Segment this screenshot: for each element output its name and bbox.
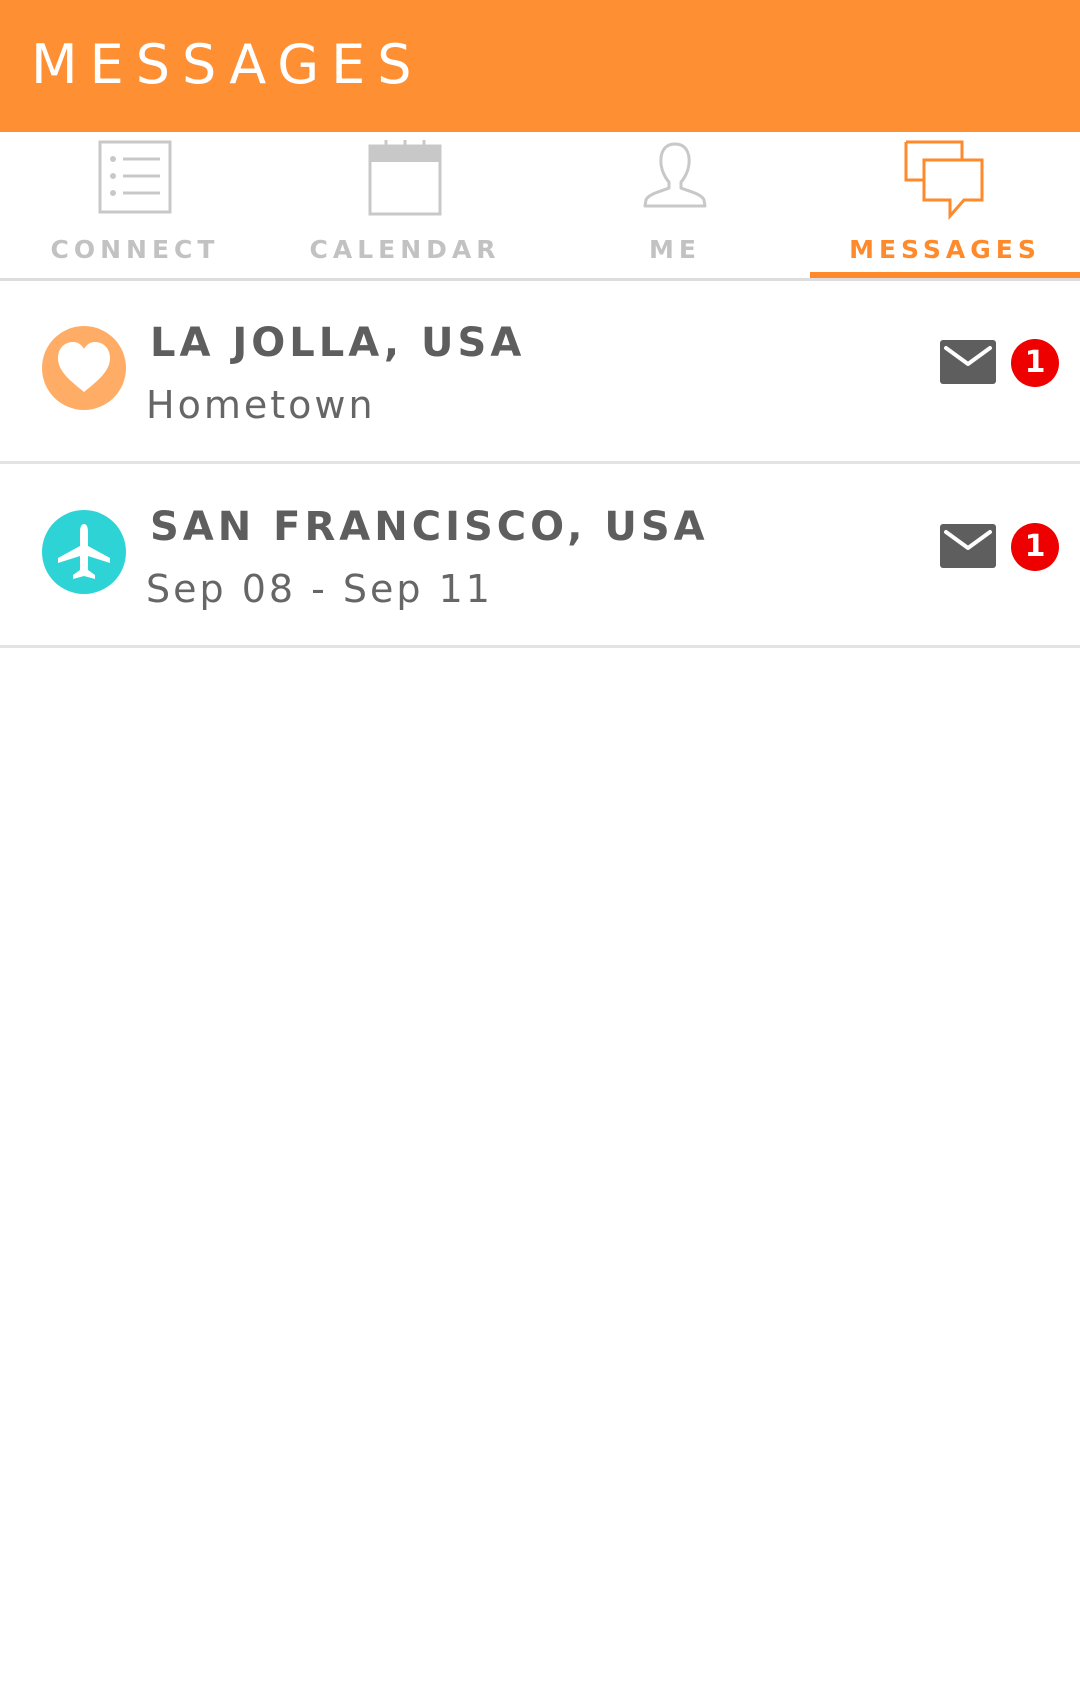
tab-me[interactable]: ME bbox=[540, 132, 810, 278]
conversation-subtitle: Sep 08 - Sep 11 bbox=[146, 567, 493, 611]
app-header: MESSAGES bbox=[0, 0, 1080, 132]
unread-badge: 1 bbox=[1011, 339, 1059, 387]
tab-calendar-label: CALENDAR bbox=[309, 235, 501, 264]
tab-messages[interactable]: MESSAGES bbox=[810, 132, 1080, 278]
chat-bubbles-icon bbox=[810, 140, 1080, 220]
tab-connect[interactable]: CONNECT bbox=[0, 132, 270, 278]
conversation-list: LA JOLLA, USA Hometown 1 SAN FRANCISCO, … bbox=[0, 280, 1080, 648]
tab-bar: CONNECT CALENDAR ME MESSAGES bbox=[0, 132, 1080, 281]
airplane-icon bbox=[42, 510, 126, 594]
tab-connect-label: CONNECT bbox=[50, 235, 220, 264]
unread-badge: 1 bbox=[1011, 523, 1059, 571]
mail-icon[interactable] bbox=[940, 340, 996, 384]
conversation-title: LA JOLLA, USA bbox=[150, 320, 526, 366]
calendar-icon bbox=[270, 140, 540, 220]
person-icon bbox=[540, 140, 810, 220]
heart-icon bbox=[42, 326, 126, 410]
conversation-item[interactable]: SAN FRANCISCO, USA Sep 08 - Sep 11 1 bbox=[0, 464, 1080, 648]
conversation-subtitle: Hometown bbox=[146, 383, 376, 427]
page-title: MESSAGES bbox=[31, 33, 424, 96]
conversation-title: SAN FRANCISCO, USA bbox=[150, 504, 709, 550]
tab-calendar[interactable]: CALENDAR bbox=[270, 132, 540, 278]
tab-messages-label: MESSAGES bbox=[849, 235, 1041, 264]
tab-me-label: ME bbox=[649, 235, 701, 264]
list-icon bbox=[0, 140, 270, 220]
conversation-item[interactable]: LA JOLLA, USA Hometown 1 bbox=[0, 280, 1080, 464]
active-tab-indicator bbox=[810, 272, 1080, 278]
mail-icon[interactable] bbox=[940, 524, 996, 568]
